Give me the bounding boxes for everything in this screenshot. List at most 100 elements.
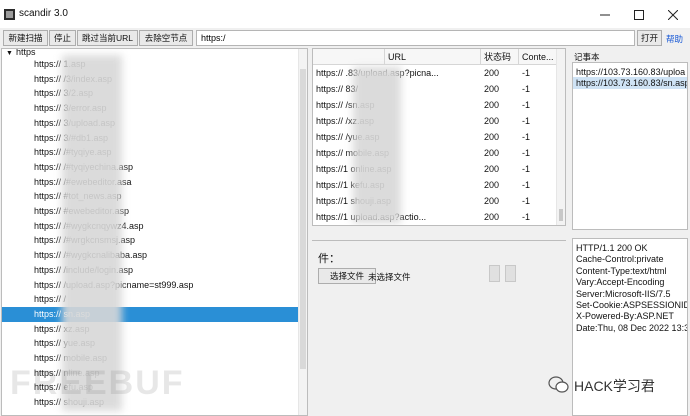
cell-status: 200	[484, 116, 500, 126]
close-icon	[668, 10, 678, 20]
response-header-line: Date:Thu, 08 Dec 2022 13:34	[576, 322, 688, 333]
cell-status: 200	[484, 164, 500, 174]
response-header-line: X-Powered-By:ASP.NET	[576, 311, 674, 322]
column-header-content[interactable]: Conte...	[519, 49, 558, 65]
tree-item[interactable]: https:// /include/login.asp	[2, 263, 299, 278]
tree-item[interactable]: https:// #tot_news.asp	[2, 189, 299, 204]
redaction-blur	[353, 67, 401, 223]
response-header-line: Server:Microsoft-IIS/7.5	[576, 288, 671, 299]
app-icon	[4, 9, 15, 20]
small-button[interactable]	[505, 265, 516, 282]
close-button[interactable]	[656, 4, 690, 26]
table-row[interactable]: https://	[313, 225, 558, 226]
tree-item[interactable]: https:// /#wrgkcnsmsj.asp	[2, 233, 299, 248]
wechat-logo-icon	[548, 376, 569, 393]
table-row[interactable]: https:// 83/200 -1	[313, 81, 558, 97]
response-header-line: Cache-Control:private	[576, 254, 664, 265]
tree-item[interactable]: https:// /3/index.asp	[2, 72, 299, 87]
tree-item[interactable]: https:// /#ewebeditor.asa	[2, 175, 299, 190]
table-row[interactable]: https:// /yue.asp 200 -1	[313, 129, 558, 145]
watermark-freebuf: FREEBUF	[10, 364, 185, 402]
tree-item[interactable]: https:// 3/error.asp	[2, 101, 299, 116]
tree-item[interactable]: https:// /#tyqiye.asp	[2, 145, 299, 160]
cell-content: -1	[522, 116, 531, 126]
column-header-url[interactable]: URL	[385, 49, 481, 65]
table-row[interactable]: https:// /sn.asp 200 -1	[313, 97, 558, 113]
file-heading: 件：	[318, 253, 340, 265]
stop-button[interactable]: 停止	[49, 30, 76, 46]
tree-item[interactable]: https:// /	[2, 292, 299, 307]
cell-content: -1	[522, 196, 531, 206]
table-row[interactable]: https:// mobile.asp200-1	[313, 145, 558, 161]
response-header-line: Vary:Accept-Encoding	[576, 277, 665, 288]
url-tree[interactable]: ▼https https:// 1.asphttps:// /3/index.a…	[1, 48, 308, 416]
remove-empty-nodes-button[interactable]: 去除空节点	[139, 30, 193, 46]
cell-status	[481, 225, 519, 226]
cell-content: -1	[522, 148, 531, 158]
results-scroll-thumb[interactable]	[559, 209, 563, 221]
minimize-button[interactable]	[588, 4, 622, 26]
cell-content: -1	[522, 212, 531, 222]
minimize-icon	[600, 14, 610, 16]
window-title: scandir 3.0	[19, 8, 68, 19]
column-header-status[interactable]: 状态码	[481, 49, 519, 65]
redaction-blur	[62, 55, 122, 411]
table-row[interactable]: https://1 upload.asp?actio...200-1	[313, 209, 558, 225]
tree-item[interactable]: https:// /#wygkcnqywz4.asp	[2, 219, 299, 234]
tree-item[interactable]: https:// /#tyqiyechina.asp	[2, 160, 299, 175]
cell-status: 200	[484, 100, 500, 110]
notes-line[interactable]: https://103.73.160.83/sn.asp	[573, 77, 687, 89]
cell-status: 200	[484, 68, 500, 78]
tree-item[interactable]: https:// xz.asp	[2, 322, 299, 337]
new-scan-button[interactable]: 新建扫描	[3, 30, 48, 46]
tree-item[interactable]: https:// 3/upload.asp	[2, 116, 299, 131]
cell-content: -1	[522, 68, 531, 78]
cell-content: -1	[522, 164, 531, 174]
cell-status: 200	[484, 212, 500, 222]
table-row[interactable]: https:// .83/upload.asp?picna...200-1	[313, 65, 558, 81]
tree-item[interactable]: https:// 3/#db1.asp	[2, 131, 299, 146]
url-input[interactable]	[196, 30, 635, 46]
results-table: URL 状态码 Conte... https:// .83/upload.asp…	[312, 48, 566, 226]
toolbar: 新建扫描 停止 跳过当前URL 去除空节点 打开	[0, 28, 690, 48]
results-scrollbar[interactable]	[556, 49, 565, 225]
tree-item[interactable]: https:// 1.asp	[2, 57, 299, 72]
tree-item[interactable]: https:// yue.asp	[2, 336, 299, 351]
table-row[interactable]: https://1 kefu.asp 200 -1	[313, 177, 558, 193]
column-header-blank	[313, 49, 385, 65]
maximize-button[interactable]	[622, 4, 656, 26]
cell-content	[519, 225, 558, 226]
tree-item[interactable]: https:// /upload.asp?picname=st999.asp	[2, 278, 299, 293]
small-button[interactable]	[489, 265, 500, 282]
cell-status: 200	[484, 84, 500, 94]
tree-item[interactable]: https:// /#wygkcnalibaba.asp	[2, 248, 299, 263]
skip-url-button[interactable]: 跳过当前URL	[77, 30, 138, 46]
table-row[interactable]: https:// /xz.asp 200 -1	[313, 113, 558, 129]
response-header-line: Set-Cookie:ASPSESSIONIDCE	[576, 300, 687, 310]
cell-status: 200	[484, 132, 500, 142]
table-row[interactable]: https://1 online.asp200-1	[313, 161, 558, 177]
help-link[interactable]: 帮助	[666, 33, 683, 45]
tree-scrollbar[interactable]	[298, 49, 307, 415]
cell-status: 200	[484, 148, 500, 158]
tree-item[interactable]: https:// sn.asp	[2, 306, 299, 322]
cell-status: 200	[484, 180, 500, 190]
cell-content: -1	[522, 84, 531, 94]
title-bar: scandir 3.0	[0, 0, 690, 28]
tree-item[interactable]: https:// 3/2.asp	[2, 86, 299, 101]
cell-url: https://	[313, 225, 481, 226]
table-row[interactable]: https://1 shouji.asp200-1	[313, 193, 558, 209]
cell-content: -1	[522, 180, 531, 190]
tree-root-label: https	[15, 48, 36, 57]
maximize-icon	[634, 10, 644, 20]
cell-status: 200	[484, 196, 500, 206]
file-panel: 件： 选择文件 未选择文件	[312, 240, 566, 416]
cell-content: -1	[522, 100, 531, 110]
open-button[interactable]: 打开	[637, 30, 662, 46]
app-window: scandir 3.0 新建扫描 停止 跳过当前URL 去除空节点 打开 帮助 …	[0, 0, 690, 416]
tree-scroll-thumb[interactable]	[300, 69, 306, 369]
cell-content: -1	[522, 132, 531, 142]
response-header-line: HTTP/1.1 200 OK	[576, 243, 648, 253]
notes-panel[interactable]: https://103.73.160.83/uploa https://103.7…	[572, 62, 688, 230]
tree-item[interactable]: https:// #ewebeditor.asp	[2, 204, 299, 219]
